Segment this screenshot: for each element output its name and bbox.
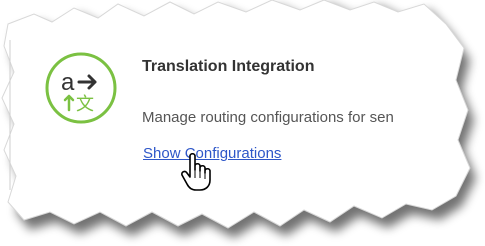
svg-text:a: a xyxy=(61,69,75,96)
card-description: Manage routing configurations for sen xyxy=(142,109,394,126)
hand-pointer-icon xyxy=(180,152,216,192)
screenshot-stage: a 文 Translation Integration Manage routi… xyxy=(0,0,485,246)
translation-integration-card: a 文 Translation Integration Manage routi… xyxy=(0,0,485,246)
card-title: Translation Integration xyxy=(142,58,315,75)
translate-icon: a 文 xyxy=(43,50,119,126)
svg-text:文: 文 xyxy=(76,94,94,115)
